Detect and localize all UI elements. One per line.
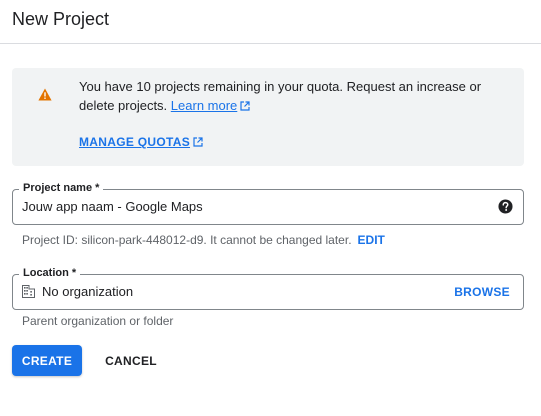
building-icon	[22, 285, 35, 298]
external-link-icon	[193, 137, 203, 147]
cancel-button[interactable]: CANCEL	[96, 345, 166, 376]
help-icon[interactable]	[498, 199, 513, 214]
new-project-dialog: New Project You have 10 projects remaini…	[0, 0, 541, 416]
quota-message: You have 10 projects remaining in your q…	[79, 77, 509, 115]
page-title: New Project	[12, 9, 110, 29]
browse-button[interactable]: BROWSE	[454, 284, 510, 300]
project-name-field[interactable]: Project name * Jouw app naam - Google Ma…	[12, 181, 524, 225]
quota-notice: You have 10 projects remaining in your q…	[12, 68, 524, 166]
learn-more-link[interactable]: Learn more	[171, 98, 250, 113]
edit-project-id-button[interactable]: EDIT	[358, 233, 385, 247]
header-divider	[0, 43, 541, 44]
location-label: Location *	[19, 266, 81, 280]
location-field[interactable]: Location * No organization BROWSE	[12, 266, 524, 310]
project-name-label: Project name *	[19, 181, 104, 195]
external-link-icon	[240, 101, 250, 111]
manage-quotas-label: MANAGE QUOTAS	[79, 135, 191, 149]
create-button[interactable]: CREATE	[12, 345, 82, 376]
location-value: No organization	[42, 284, 134, 299]
location-hint: Parent organization or folder	[22, 314, 174, 328]
project-name-input[interactable]: Jouw app naam - Google Maps	[22, 199, 203, 215]
learn-more-label: Learn more	[170, 98, 238, 113]
quota-message-text: You have 10 projects remaining in your q…	[79, 79, 482, 113]
project-id-hint: Project ID: silicon-park-448012-d9. It c…	[22, 233, 385, 248]
project-id-text: Project ID: silicon-park-448012-d9. It c…	[22, 233, 352, 247]
warning-icon	[38, 88, 52, 101]
manage-quotas-link[interactable]: MANAGE QUOTAS	[79, 134, 203, 150]
